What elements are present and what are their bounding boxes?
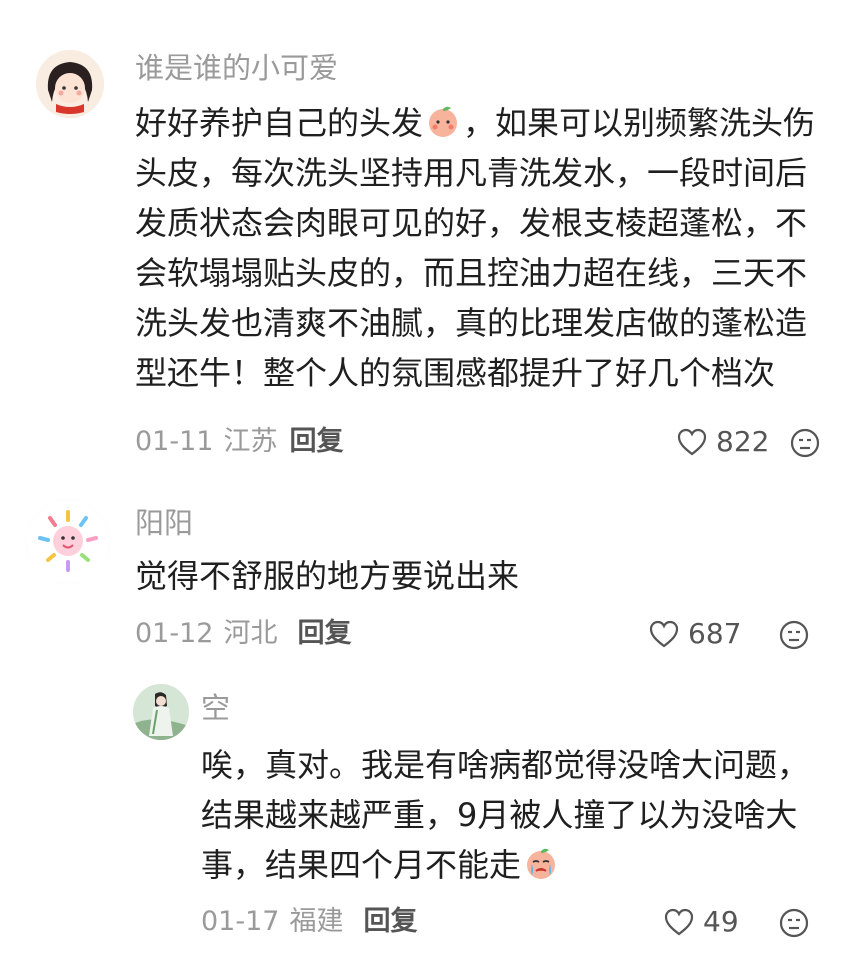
- comment-text: 觉得不舒服的地方要说出来: [135, 551, 519, 601]
- like-button[interactable]: 49: [663, 904, 739, 940]
- unhappy-face-icon[interactable]: [790, 428, 820, 458]
- heart-outline-icon: [677, 428, 707, 456]
- comment-location: 福建: [289, 906, 344, 937]
- comment-location: 河北: [223, 618, 278, 649]
- comment-meta: 01-11 江苏 回复: [135, 424, 343, 460]
- comment-date: 01-17: [201, 906, 280, 937]
- username[interactable]: 谁是谁的小可爱: [135, 50, 338, 86]
- comment-meta: 01-12 河北 回复: [135, 616, 351, 652]
- comment-line: 结果越来越严重，9月被人撞了以为没啥大: [201, 796, 798, 834]
- heart-outline-icon: [649, 620, 679, 648]
- comment-date: 01-11: [135, 426, 214, 457]
- comment-text: 唉，真对。我是有啥病都觉得没啥大问题， 结果越来越严重，9月被人撞了以为没啥大 …: [201, 740, 809, 890]
- comment-text: 好好养护自己的头发 ，如果可以别频繁洗头伤 头皮，每次洗头坚持用凡青洗发水，一段…: [135, 98, 815, 398]
- comment-line: 好好养护自己的头发 ，如果可以别频繁洗头伤: [135, 104, 816, 142]
- comment-line: 事，结果四个月不能走: [201, 840, 809, 890]
- avatar[interactable]: [133, 684, 189, 740]
- comment-line: 唉，真对。我是有啥病都觉得没啥大问题，: [201, 746, 810, 784]
- comment-meta: 01-17 福建 回复: [201, 904, 417, 940]
- username[interactable]: 阳阳: [135, 505, 193, 541]
- comment-line: 会软塌塌贴头皮的，而且控油力超在线，三天不: [135, 254, 808, 292]
- like-button[interactable]: 822: [676, 424, 769, 460]
- like-count: 49: [703, 905, 739, 938]
- comment-line: 头皮，每次洗头坚持用凡青洗发水，一段时间后: [135, 154, 808, 192]
- comment-date: 01-12: [135, 618, 214, 649]
- crying-face-emoji: [527, 848, 556, 879]
- unhappy-face-icon[interactable]: [779, 620, 809, 650]
- peach-blush-emoji: [429, 106, 458, 137]
- comment-line: 发质状态会肉眼可见的好，发根支棱超蓬松，不: [135, 204, 808, 242]
- comment-line: 洗头发也清爽不油腻，真的比理发店做的蓬松造: [135, 304, 808, 342]
- avatar[interactable]: [26, 500, 110, 584]
- unhappy-face-icon[interactable]: [779, 908, 809, 938]
- comment-line: 型还牛！整个人的氛围感都提升了好几个档次: [135, 354, 776, 392]
- like-count: 687: [688, 617, 742, 650]
- like-count: 822: [716, 425, 770, 458]
- username[interactable]: 空: [201, 690, 230, 726]
- reply-button[interactable]: 回复: [289, 426, 343, 457]
- like-button[interactable]: 687: [648, 616, 741, 652]
- reply-button[interactable]: 回复: [363, 906, 417, 937]
- comment-line: 觉得不舒服的地方要说出来: [135, 557, 520, 595]
- comment-location: 江苏: [223, 426, 278, 457]
- reply-button[interactable]: 回复: [297, 618, 351, 649]
- avatar[interactable]: [36, 50, 104, 118]
- heart-outline-icon: [664, 908, 694, 936]
